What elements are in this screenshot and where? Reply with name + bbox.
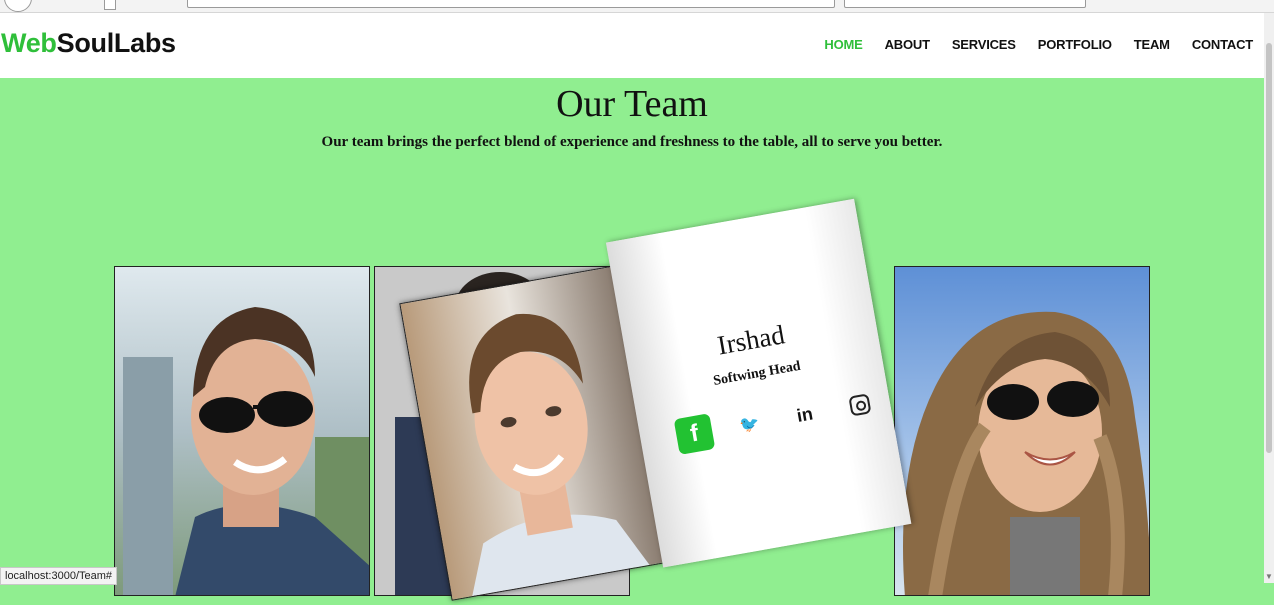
back-button[interactable] [4, 0, 32, 12]
twitter-icon[interactable]: 🐦 [729, 404, 771, 446]
linkedin-icon[interactable]: in [784, 394, 826, 436]
nav-home[interactable]: HOME [824, 37, 862, 52]
navbar: WebSoulLabs HOME ABOUT SERVICES PORTFOLI… [0, 13, 1264, 78]
team-card-1[interactable] [114, 266, 370, 596]
brand-logo[interactable]: WebSoulLabs [1, 28, 176, 59]
status-bar-url: localhost:3000/Team# [0, 567, 118, 585]
nav-contact[interactable]: CONTACT [1192, 37, 1253, 52]
nav-services[interactable]: SERVICES [952, 37, 1016, 52]
browser-search-box[interactable] [844, 0, 1086, 8]
instagram-icon[interactable] [848, 393, 872, 417]
scroll-down-icon[interactable]: ▼ [1265, 572, 1273, 581]
team-card-4[interactable] [894, 266, 1150, 596]
featured-team-card[interactable]: Irshad Softwing Head f 🐦 in [392, 180, 912, 601]
address-bar[interactable] [187, 0, 835, 8]
nav-about[interactable]: ABOUT [885, 37, 930, 52]
page-icon [104, 0, 116, 10]
section-title: Our Team [556, 83, 708, 125]
team-member-photo-1 [115, 267, 369, 595]
nav-menu: HOME ABOUT SERVICES PORTFOLIO TEAM CONTA… [824, 37, 1253, 52]
section-subtitle: Our team brings the perfect blend of exp… [321, 134, 943, 150]
facebook-icon[interactable]: f [673, 413, 716, 455]
brand-part-web: Web [1, 28, 57, 58]
page-scrollbar[interactable]: ▼ [1264, 13, 1274, 583]
nav-portfolio[interactable]: PORTFOLIO [1038, 37, 1112, 52]
social-links: f 🐦 in [673, 384, 881, 455]
nav-team[interactable]: TEAM [1134, 37, 1170, 52]
brand-part-soullabs: SoulLabs [56, 28, 176, 58]
team-member-photo-4 [895, 267, 1149, 595]
browser-chrome [0, 0, 1274, 13]
scrollbar-thumb[interactable] [1266, 43, 1272, 453]
